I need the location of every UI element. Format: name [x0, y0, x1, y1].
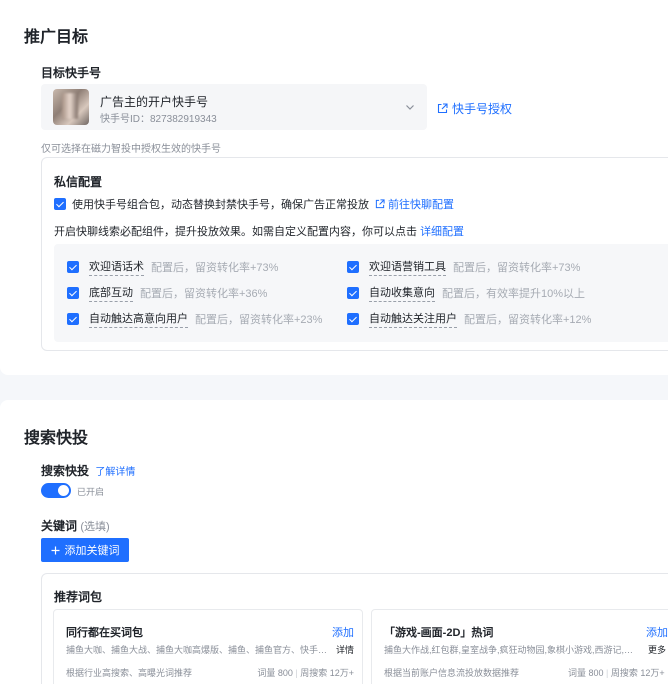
avatar [53, 89, 89, 125]
pack-add-link[interactable]: 添加 [332, 624, 354, 640]
pack-add-link[interactable]: 添加 [646, 624, 668, 640]
search-toggle[interactable] [41, 483, 71, 498]
pack-stats: 词量 800 | 周搜索 12万+ [257, 668, 354, 678]
private-msg-panel: 私信配置 使用快手号组合包，动态替换封禁快手号，确保广告正常投放 前往快聊配置 … [41, 157, 668, 351]
option-note: 配置后，留资转化率+36% [140, 288, 268, 300]
option-item[interactable]: 自动收集意向 配置后，有效率提升10%以上 [347, 284, 585, 302]
detail-config-link[interactable]: 详细配置 [420, 226, 464, 238]
option-checkbox[interactable] [67, 287, 79, 299]
promo-target-title: 推广目标 [24, 29, 89, 46]
account-select[interactable]: 广告主的开户快手号 快手号ID：827382919343 [41, 84, 427, 130]
combo-checkbox-label: 使用快手号组合包，动态替换封禁快手号，确保广告正常投放 [72, 199, 369, 211]
option-name: 欢迎语营销工具 [369, 258, 446, 276]
search-title: 搜索快投 [24, 430, 89, 447]
account-hint: 仅可选择在磁力智投中授权生效的快手号 [41, 144, 221, 155]
option-note: 配置后，留资转化率+73% [151, 262, 279, 274]
option-checkbox[interactable] [347, 261, 359, 273]
pack-stats: 词量 800 | 周搜索 12万+ [568, 668, 665, 678]
option-note: 配置后，有效率提升10%以上 [442, 288, 586, 300]
option-name: 自动触达高意向用户 [89, 310, 188, 328]
external-link-icon [375, 199, 385, 209]
option-note: 配置后，留资转化率+73% [453, 262, 581, 274]
keyword-label: 关键词 [41, 519, 78, 533]
pack-weekly: 周搜索 12万+ [300, 668, 354, 678]
keyword-optional: (选填) [80, 521, 110, 533]
recommend-title: 推荐词包 [54, 590, 103, 604]
account-auth-label: 快手号授权 [452, 102, 513, 116]
learn-more-link[interactable]: 了解详情 [95, 467, 135, 478]
option-checkbox[interactable] [347, 313, 359, 325]
word-pack-card: 同行都在买词包 添加 捕鱼大咖、捕鱼大战、捕鱼大咖高爆版、捕鱼、捕鱼官方、快手…… [53, 609, 363, 684]
combo-config-link[interactable]: 前往快聊配置 [375, 196, 454, 212]
option-item[interactable]: 自动触达关注用户 配置后，留资转化率+12% [347, 310, 591, 328]
option-checkbox[interactable] [347, 287, 359, 299]
promo-target-card: 推广目标 目标快手号 广告主的开户快手号 快手号ID：827382919343 … [0, 0, 668, 375]
search-toggle-text: 已开启 [77, 487, 105, 497]
private-msg-title: 私信配置 [54, 175, 103, 189]
word-pack-card: 「游戏-画面-2D」热词 添加 捕鱼大作战,红包群,皇室战争,疯狂动物园,象棋小… [371, 609, 668, 684]
option-name: 欢迎语话术 [89, 258, 144, 276]
option-name: 自动收集意向 [369, 284, 435, 302]
private-msg-desc-text: 开启快聊线索必配组件，提升投放效果。如需自定义配置内容，你可以点击 [54, 226, 417, 238]
keyword-label-row: 关键词 (选填) [41, 517, 110, 534]
account-label: 目标快手号 [41, 66, 102, 80]
option-item[interactable]: 欢迎语营销工具 配置后，留资转化率+73% [347, 258, 580, 276]
account-name: 广告主的开户快手号 [100, 95, 209, 109]
account-auth-link[interactable]: 快手号授权 [437, 100, 512, 117]
add-keyword-button[interactable]: 添加关键词 [41, 538, 129, 562]
pack-source: 根据行业高搜索、高曝光词推荐 [66, 668, 193, 678]
option-name: 底部互动 [89, 284, 133, 302]
external-link-icon [437, 103, 448, 114]
plus-icon [51, 546, 59, 554]
combo-checkbox[interactable] [54, 198, 66, 210]
pack-count: 词量 800 [257, 668, 293, 678]
option-item[interactable]: 底部互动 配置后，留资转化率+36% [67, 284, 267, 302]
option-item[interactable]: 欢迎语话术 配置后，留资转化率+73% [67, 258, 278, 276]
private-msg-desc: 开启快聊线索必配组件，提升投放效果。如需自定义配置内容，你可以点击 详细配置 [54, 223, 464, 239]
pack-more-link[interactable]: 更多 [648, 643, 666, 656]
pack-words: 捕鱼大咖、捕鱼大战、捕鱼大咖高爆版、捕鱼、捕鱼官方、快手… [66, 645, 328, 655]
options-area: 欢迎语话术 配置后，留资转化率+73% 欢迎语营销工具 配置后，留资转化率+73… [54, 244, 668, 342]
option-checkbox[interactable] [67, 313, 79, 325]
option-note: 配置后，留资转化率+23% [195, 314, 323, 326]
search-label: 搜索快投 [41, 464, 90, 478]
pack-detail-link[interactable]: 详情 [336, 643, 354, 656]
add-keyword-label: 添加关键词 [64, 545, 120, 557]
option-name: 自动触达关注用户 [369, 310, 457, 328]
chevron-down-icon [406, 105, 414, 110]
pack-title: 「游戏-画面-2D」热词 [384, 627, 494, 639]
option-checkbox[interactable] [67, 261, 79, 273]
option-note: 配置后，留资转化率+12% [464, 314, 592, 326]
pack-source: 根据当前账户信息流投放数据推荐 [384, 668, 520, 678]
account-id: 快手号ID：827382919343 [100, 114, 217, 125]
pack-title: 同行都在买词包 [66, 627, 143, 639]
pack-words: 捕鱼大作战,红包群,皇室战争,疯狂动物园,象棋小游戏,西游记,… [384, 645, 634, 655]
option-item[interactable]: 自动触达高意向用户 配置后，留资转化率+23% [67, 310, 322, 328]
search-label-row: 搜索快投 了解详情 [41, 462, 135, 479]
pack-weekly: 周搜索 12万+ [610, 668, 665, 678]
combo-config-label: 前往快聊配置 [388, 199, 454, 211]
combo-checkbox-row[interactable]: 使用快手号组合包，动态替换封禁快手号，确保广告正常投放 前往快聊配置 [54, 196, 454, 212]
recommend-panel: 推荐词包 同行都在买词包 添加 捕鱼大咖、捕鱼大战、捕鱼大咖高爆版、捕鱼、捕鱼官… [41, 573, 668, 684]
pack-count: 词量 800 [568, 668, 604, 678]
